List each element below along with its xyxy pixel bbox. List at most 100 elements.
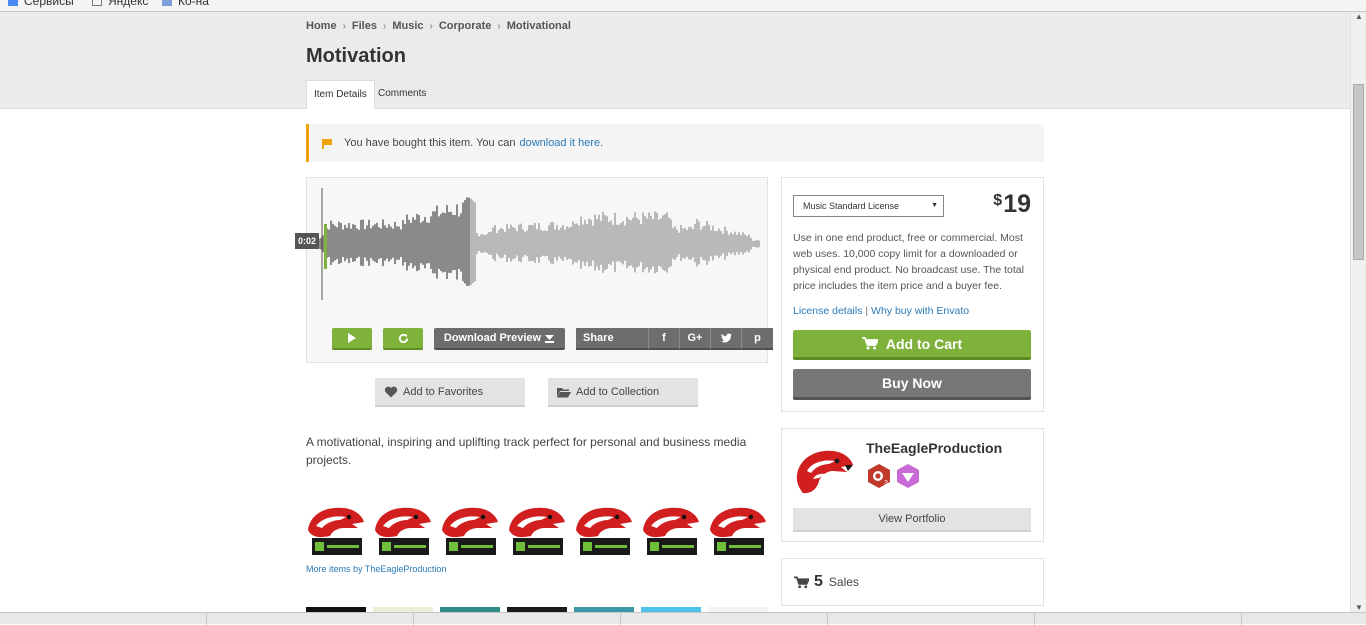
chevron-right-icon: › [497,20,501,32]
page-scrollbar[interactable]: ▲ ▼ [1350,12,1366,612]
bookmark-yandex[interactable]: Яндекс [92,0,148,8]
bookmark-label: Ко-на [178,0,209,8]
chevron-right-icon: › [382,20,387,32]
eagle-logo-icon [708,500,768,558]
sales-count: 5 [814,573,823,590]
share-label: Share [576,328,649,350]
bookmark-services[interactable]: Сервисы [8,0,74,8]
add-to-favorites-button[interactable]: Add to Favorites [375,378,525,407]
why-buy-link[interactable]: Why buy with Envato [871,305,969,317]
sales-panel: 5 Sales [781,558,1044,606]
facebook-icon[interactable]: f [649,328,680,350]
taskbar-slot[interactable] [414,613,621,625]
play-button[interactable] [332,328,372,350]
download-preview-button[interactable]: Download Preview [434,328,565,350]
author-item-thumbnail[interactable] [641,500,701,558]
scroll-down-arrow-icon[interactable]: ▼ [1355,603,1363,612]
download-link[interactable]: download it here. [519,137,603,149]
add-to-collection-button[interactable]: Add to Collection [548,378,698,407]
bookmarks-bar: Сервисы Яндекс Ко-на [0,0,1366,12]
breadcrumb-motivational[interactable]: Motivational [507,20,571,32]
download-icon [545,334,555,343]
author-item-thumbnail[interactable] [507,500,567,558]
taskbar-slot[interactable] [0,613,207,625]
scrollbar-thumb[interactable] [1353,84,1364,260]
page-icon [92,0,102,6]
taskbar-slot[interactable] [621,613,828,625]
more-items-thumbnails [306,500,768,558]
breadcrumb-corporate[interactable]: Corporate [439,20,492,32]
folder-open-icon [557,387,571,397]
price-value: 19 [1003,190,1031,218]
item-description: A motivational, inspiring and uplifting … [306,435,747,467]
elite-badge-icon [897,464,919,488]
replay-icon [398,333,408,343]
bookmark-label: Сервисы [24,0,74,8]
twitter-icon[interactable] [711,328,742,350]
author-avatar[interactable] [793,441,855,501]
taskbar [0,612,1366,625]
author-item-thumbnail[interactable] [708,500,768,558]
add-to-cart-button[interactable]: Add to Cart [793,330,1031,360]
add-to-cart-label: Add to Cart [885,335,963,352]
purchase-panel: Music Standard License ▼ $19 Use in one … [781,177,1044,412]
tab-comments[interactable]: Comments [371,80,433,109]
chevron-right-icon: › [429,20,433,32]
eagle-logo-icon [507,500,567,558]
google-plus-icon[interactable]: G+ [680,328,711,350]
twitter-bird-glyph [720,333,732,343]
buy-now-button[interactable]: Buy Now [793,369,1031,400]
eagle-logo-icon [574,500,634,558]
page-title: Motivation [306,45,406,67]
breadcrumb: Home › Files › Music › Corporate › Motiv… [306,20,571,32]
chevron-right-icon: › [342,20,346,32]
author-item-thumbnail[interactable] [574,500,634,558]
download-preview-label: Download Preview [443,332,542,344]
author-item-thumbnail[interactable] [306,500,366,558]
price: $19 [993,190,1031,219]
link-separator: | [865,305,869,317]
license-selected-value: Music Standard License [803,201,900,211]
replay-button[interactable] [383,328,423,350]
taskbar-slot[interactable] [828,613,1035,625]
waveform[interactable] [315,184,765,304]
badge-level: 3 [884,480,888,487]
eagle-logo-icon [440,500,500,558]
view-portfolio-button[interactable]: View Portfolio [793,508,1031,532]
currency-symbol: $ [993,192,1003,209]
time-indicator: 0:02 [295,233,320,249]
more-items-author: TheEagleProduction [364,564,447,574]
flag-icon [322,138,332,149]
breadcrumb-files[interactable]: Files [352,20,377,32]
pinterest-icon[interactable]: p [742,328,773,350]
cart-icon [794,576,809,588]
notice-text: You have bought this item. You can [344,137,516,149]
license-details-link[interactable]: License details [793,305,862,317]
author-level-badge-icon: 3 [868,464,890,488]
more-items-prefix: More items [306,564,351,574]
breadcrumb-home[interactable]: Home [306,20,337,32]
scroll-up-arrow-icon[interactable]: ▲ [1355,12,1363,21]
breadcrumb-music[interactable]: Music [392,20,423,32]
collection-label: Add to Collection [576,385,660,398]
apps-grid-icon [8,0,18,6]
author-item-thumbnail[interactable] [373,500,433,558]
taskbar-slot[interactable] [207,613,414,625]
bookmark-icon [162,0,172,6]
dropdown-arrow-icon: ▼ [931,202,938,209]
purchase-notice: You have bought this item. You can downl… [306,124,1044,162]
license-select[interactable]: Music Standard License ▼ [793,195,944,217]
favorites-label: Add to Favorites [403,385,484,398]
bookmark-other[interactable]: Ко-на [162,0,209,8]
more-items-link[interactable]: More items by TheEagleProduction [306,564,446,574]
more-items-by: by [353,564,363,574]
play-icon [348,333,356,343]
author-item-thumbnail[interactable] [440,500,500,558]
bookmark-label: Яндекс [108,0,149,8]
sales-label: Sales [828,575,859,589]
share-bar: Share f G+ p [576,328,773,350]
taskbar-slot[interactable] [1035,613,1242,625]
tab-item-details[interactable]: Item Details [306,80,375,109]
author-name[interactable]: TheEagleProduction [866,440,1002,456]
eagle-logo-icon [373,500,433,558]
